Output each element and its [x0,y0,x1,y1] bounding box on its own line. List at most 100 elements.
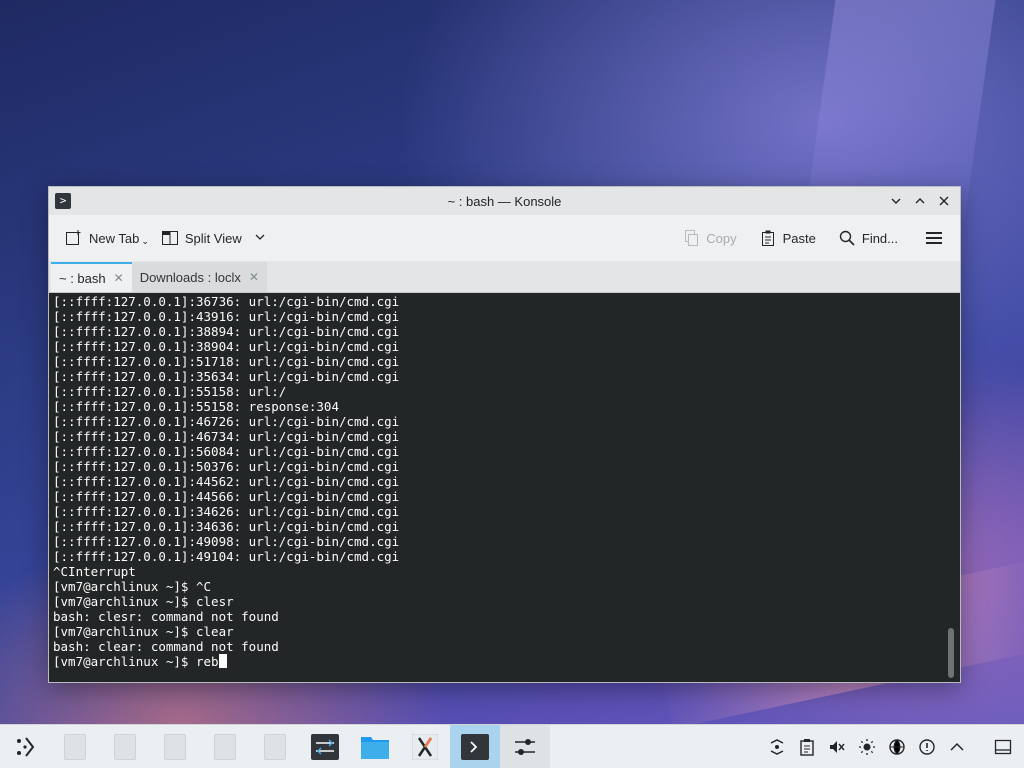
close-icon [939,196,949,206]
konsole-icon [461,733,489,760]
xcode-x-icon [412,733,438,760]
terminal-lines: [::ffff:127.0.0.1]:36736: url:/cgi-bin/c… [53,294,956,654]
close-icon[interactable]: ✕ [249,270,259,284]
hamburger-menu-button[interactable] [918,228,950,248]
terminal-line: [::ffff:127.0.0.1]:44566: url:/cgi-bin/c… [53,489,400,504]
chevron-down-icon [254,231,266,246]
terminal-line: [vm7@archlinux ~]$ ^C [53,579,212,594]
task-system-settings[interactable] [300,725,350,768]
terminal-line: [::ffff:127.0.0.1]:43916: url:/cgi-bin/c… [53,309,400,324]
system-tray [768,738,1024,756]
titlebar[interactable]: > ~ : bash — Konsole [49,187,960,215]
new-tab-icon [65,229,83,247]
prompt-line: [vm7@archlinux ~]$ reb [53,654,956,669]
toolbar: New Tab ⌄ Split View Copy Paste Find... [49,215,960,261]
terminal-line: [vm7@archlinux ~]$ clesr [53,594,234,609]
split-view-button[interactable]: Split View [155,225,272,251]
network-icon[interactable] [888,738,906,756]
task-document-5[interactable] [250,725,300,768]
terminal-line: ^CInterrupt [53,564,136,579]
task-document-4[interactable] [200,725,250,768]
menu-line [926,237,942,239]
close-icon[interactable]: ✕ [114,271,124,285]
task-document-3[interactable] [150,725,200,768]
terminal-line: [::ffff:127.0.0.1]:46734: url:/cgi-bin/c… [53,429,400,444]
update-icon[interactable] [918,738,936,756]
document-icon [114,733,136,760]
document-icon [164,733,186,760]
terminal-line: [::ffff:127.0.0.1]:46726: url:/cgi-bin/c… [53,414,400,429]
kdeconnect-icon[interactable] [768,738,786,756]
terminal-line: [::ffff:127.0.0.1]:49098: url:/cgi-bin/c… [53,534,400,549]
task-document-1[interactable] [50,725,100,768]
maximize-button[interactable] [910,191,930,211]
application-launcher[interactable] [0,725,50,768]
menu-line [926,232,942,234]
terminal-line: [::ffff:127.0.0.1]:51718: url:/cgi-bin/c… [53,354,400,369]
search-icon [838,229,856,247]
current-input: reb [196,654,219,669]
new-tab-button[interactable]: New Tab ⌄ [59,225,155,251]
konsole-window: > ~ : bash — Konsole New Tab ⌄ Split Vie… [48,186,961,683]
text-cursor [218,654,227,668]
paste-icon [759,229,777,247]
new-tab-label: New Tab [89,230,140,246]
find-button[interactable]: Find... [832,225,904,251]
terminal-line: bash: clesr: command not found [53,609,279,624]
document-icon [214,733,236,760]
tab-label: ~ : bash [59,270,106,286]
tab-bar: ~ : bash ✕ Downloads : loclx ✕ [49,261,960,293]
folder-icon [361,736,389,759]
terminal-line: [::ffff:127.0.0.1]:55158: response:304 [53,399,339,414]
show-desktop-icon[interactable] [994,738,1012,756]
task-file-manager[interactable] [350,725,400,768]
task-mixer[interactable] [500,724,550,768]
split-view-label: Split View [184,230,242,246]
terminal-line: [::ffff:127.0.0.1]:38904: url:/cgi-bin/c… [53,339,400,354]
copy-icon [682,229,700,247]
terminal-output[interactable]: [::ffff:127.0.0.1]:36736: url:/cgi-bin/c… [49,293,960,682]
terminal-line: [::ffff:127.0.0.1]:50376: url:/cgi-bin/c… [53,459,400,474]
clipboard-icon[interactable] [798,738,816,756]
menu-line [926,242,942,244]
system-settings-icon [311,733,339,760]
expand-tray-icon[interactable] [948,738,966,756]
tab-downloads-loclx[interactable]: Downloads : loclx ✕ [131,262,267,292]
document-icon [64,733,86,760]
terminal-line: [::ffff:127.0.0.1]:34626: url:/cgi-bin/c… [53,504,400,519]
copy-button[interactable]: Copy [676,225,742,251]
volume-muted-icon[interactable] [828,738,846,756]
konsole-app-icon[interactable]: > [55,193,71,209]
split-view-icon [161,229,179,247]
close-button[interactable] [934,191,954,211]
terminal-line: [::ffff:127.0.0.1]:35634: url:/cgi-bin/c… [53,369,400,384]
window-controls [886,191,954,211]
mixer-sliders-icon [515,738,535,755]
copy-label: Copy [706,230,737,246]
tab-bash[interactable]: ~ : bash ✕ [51,262,132,292]
terminal-line: [::ffff:127.0.0.1]:38894: url:/cgi-bin/c… [53,324,400,339]
dropdown-arrow-icon: ⌄ [141,236,149,246]
brightness-icon[interactable] [858,738,876,756]
taskbar-panel [0,724,1024,768]
terminal-line: [::ffff:127.0.0.1]:49104: url:/cgi-bin/c… [53,549,400,564]
launcher-icon [17,736,35,757]
document-icon [264,733,286,760]
scrollbar[interactable] [948,628,954,678]
window-title: ~ : bash — Konsole [447,193,562,209]
terminal-line: [::ffff:127.0.0.1]:44562: url:/cgi-bin/c… [53,474,400,489]
paste-button[interactable]: Paste [753,225,822,251]
task-x-app[interactable] [400,725,450,768]
task-document-2[interactable] [100,725,150,768]
paste-label: Paste [782,230,816,246]
chevron-down-icon [891,198,901,204]
prompt: [vm7@archlinux ~]$ [53,654,196,669]
task-konsole[interactable] [450,724,500,768]
terminal-line: [vm7@archlinux ~]$ clear [53,624,234,639]
terminal-line: [::ffff:127.0.0.1]:36736: url:/cgi-bin/c… [53,294,400,309]
terminal-line: bash: clear: command not found [53,639,279,654]
minimize-button[interactable] [886,191,906,211]
tab-label: Downloads : loclx [139,269,241,285]
terminal-line: [::ffff:127.0.0.1]:34636: url:/cgi-bin/c… [53,519,400,534]
terminal-line: [::ffff:127.0.0.1]:55158: url:/ [53,384,287,399]
